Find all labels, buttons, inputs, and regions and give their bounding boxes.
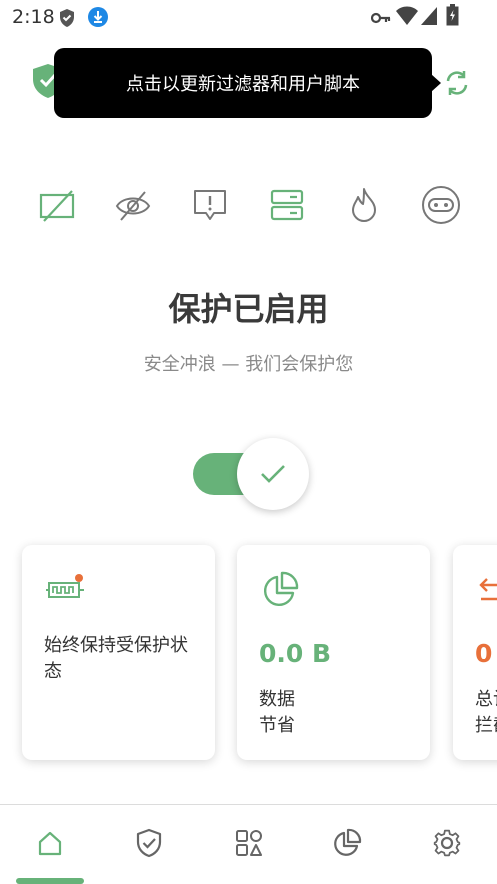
stealth-icon <box>422 186 460 224</box>
eye-off-icon <box>115 191 151 221</box>
feature-firewall[interactable] <box>339 180 389 230</box>
feature-stealth-mode[interactable] <box>416 180 466 230</box>
data-saved-label-line1: 数据 <box>259 689 295 710</box>
settings-icon <box>433 829 461 857</box>
feature-annoyance-blocking[interactable] <box>185 180 235 230</box>
protection-features-row <box>0 180 497 230</box>
total-blocked-label-line1: 总计 <box>475 689 497 710</box>
status-time: 2:18 <box>12 6 55 28</box>
pie-chart-icon <box>334 828 362 856</box>
integration-icon <box>46 573 86 609</box>
feature-dns-protection[interactable] <box>262 180 312 230</box>
nav-apps[interactable] <box>231 825 267 861</box>
ad-block-icon <box>39 190 75 222</box>
feature-ad-blocking[interactable] <box>31 180 81 230</box>
bottom-navigation <box>0 805 497 884</box>
signal-icon <box>420 6 438 30</box>
nav-settings[interactable] <box>429 825 465 861</box>
card-total-blocked[interactable]: 0 总计 拦截 <box>453 545 497 760</box>
tooltip-arrow <box>431 74 441 92</box>
alert-message-icon <box>194 190 226 220</box>
shield-status-icon <box>58 8 76 32</box>
blocked-arrows-icon <box>477 575 497 613</box>
shield-check-icon <box>136 828 162 858</box>
pie-chart-icon <box>261 571 299 613</box>
main-screen: 2:18 点击以更新过滤器和用户脚本 保护已启用 安全冲浪 — 我们会保护您 始… <box>0 0 497 884</box>
card-always-protected-text: 始终保持受保护状态 <box>44 635 188 682</box>
toggle-knob <box>237 438 309 510</box>
status-bar: 2:18 <box>0 0 497 34</box>
nav-active-indicator <box>16 878 84 884</box>
protection-status-subtitle: 安全冲浪 — 我们会保护您 <box>143 354 354 375</box>
server-icon <box>270 189 304 221</box>
vpn-key-icon <box>370 10 391 29</box>
card-always-protected[interactable]: 始终保持受保护状态 <box>22 545 215 760</box>
battery-icon <box>446 4 459 30</box>
card-data-saved[interactable]: 0.0 B 数据 节省 <box>237 545 430 760</box>
data-saved-value: 0.0 B <box>259 639 332 668</box>
nav-statistics[interactable] <box>329 825 365 861</box>
refresh-icon <box>446 71 468 95</box>
nav-home[interactable] <box>32 825 68 861</box>
data-saved-label-line2: 节省 <box>259 715 295 736</box>
total-blocked-value: 0 <box>475 639 493 668</box>
refresh-button[interactable] <box>440 66 474 100</box>
feature-tracking-protection[interactable] <box>108 180 158 230</box>
download-status-icon <box>87 6 109 32</box>
protection-toggle[interactable] <box>193 436 313 512</box>
total-blocked-label-line2: 拦截 <box>475 715 497 736</box>
tooltip-text: 点击以更新过滤器和用户脚本 <box>126 74 360 95</box>
check-icon <box>261 465 285 483</box>
protection-status-title: 保护已启用 <box>168 290 329 328</box>
update-filters-tooltip: 点击以更新过滤器和用户脚本 <box>54 48 432 118</box>
fire-icon <box>352 188 376 222</box>
apps-icon <box>236 830 262 856</box>
wifi-icon <box>396 6 418 30</box>
home-icon <box>38 831 62 856</box>
nav-protection[interactable] <box>131 825 167 861</box>
